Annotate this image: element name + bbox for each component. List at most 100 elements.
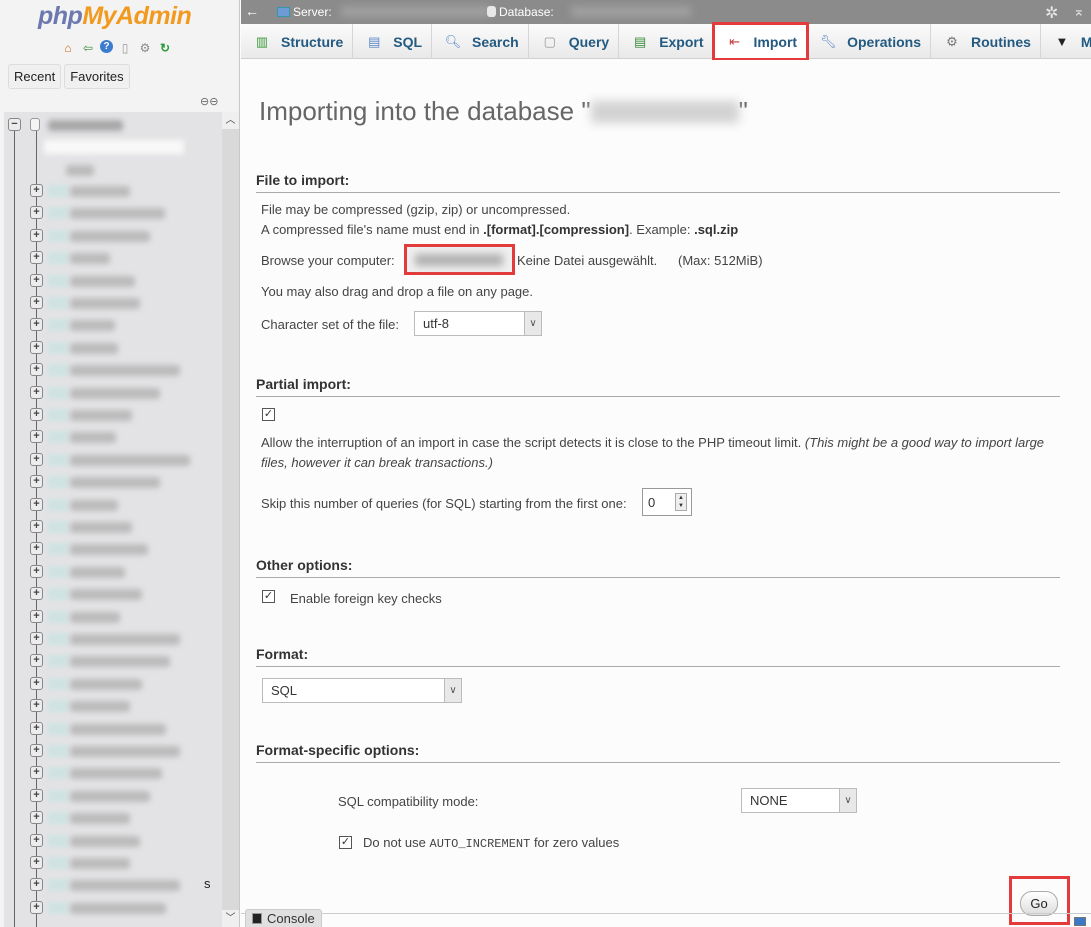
expand-icon[interactable]: + xyxy=(30,721,43,735)
expand-icon[interactable]: + xyxy=(30,206,43,220)
tree-table-node[interactable]: + xyxy=(4,516,222,538)
logout-icon[interactable]: ⇦ xyxy=(80,40,96,56)
tab-search[interactable]: 🔍︎ Search xyxy=(432,24,529,59)
collapse-icon[interactable]: − xyxy=(8,118,21,131)
expand-icon[interactable]: + xyxy=(30,452,43,466)
expand-icon[interactable]: + xyxy=(30,497,43,511)
charset-select[interactable]: utf-8 ∨ xyxy=(414,311,542,336)
tree-table-node[interactable]: + xyxy=(4,673,222,695)
collapse-icon[interactable]: ⌅ xyxy=(1073,3,1085,20)
back-arrow-icon[interactable]: ← xyxy=(245,3,259,19)
tree-table-node[interactable]: + xyxy=(4,740,222,762)
expand-icon[interactable]: + xyxy=(30,340,43,354)
allow-interrupt-checkbox[interactable]: ✓ xyxy=(262,408,275,421)
choose-file-button[interactable] xyxy=(404,244,515,275)
tree-table-node[interactable]: + xyxy=(4,494,222,516)
expand-icon[interactable]: + xyxy=(30,699,43,713)
help-icon[interactable]: ? xyxy=(100,40,113,53)
tree-table-node[interactable]: + xyxy=(4,471,222,493)
expand-icon[interactable]: + xyxy=(30,363,43,377)
expand-icon[interactable]: + xyxy=(30,273,43,287)
settings-gear-icon[interactable]: ✲ xyxy=(1045,3,1058,23)
breadcrumb-server[interactable]: Server: xyxy=(277,5,332,19)
tree-table-node[interactable]: + xyxy=(4,359,222,381)
tree-table-node[interactable]: + xyxy=(4,382,222,404)
tree-table-node[interactable]: + xyxy=(4,247,222,269)
tree-table-node[interactable]: + xyxy=(4,785,222,807)
home-icon[interactable]: ⌂ xyxy=(60,40,76,56)
tree-new-table[interactable] xyxy=(4,159,222,181)
tree-scrollbar[interactable]: ︿ ﹀ xyxy=(222,112,239,927)
tree-table-node[interactable]: + xyxy=(4,426,222,448)
expand-icon[interactable]: + xyxy=(30,654,43,668)
tree-table-node[interactable]: + xyxy=(4,628,222,650)
tree-table-node[interactable]: + xyxy=(4,292,222,314)
expand-icon[interactable]: + xyxy=(30,632,43,645)
link-with-main-icon[interactable]: ⊖⊖ xyxy=(200,95,218,108)
scroll-down-icon[interactable]: ﹀ xyxy=(222,910,239,927)
console-toggle[interactable]: Console xyxy=(245,909,322,927)
expand-icon[interactable]: + xyxy=(30,318,43,332)
tree-filter-input[interactable] xyxy=(4,136,222,158)
expand-icon[interactable]: + xyxy=(30,184,43,197)
expand-icon[interactable]: + xyxy=(30,385,43,399)
tree-table-node[interactable]: + xyxy=(4,897,222,919)
phpmyadmin-logo[interactable]: phpMyAdmin xyxy=(38,2,192,31)
expand-icon[interactable]: + xyxy=(30,587,43,601)
tree-table-node[interactable]: + xyxy=(4,337,222,359)
tree-table-node[interactable]: + xyxy=(4,695,222,717)
tab-query[interactable]: ▢ Query xyxy=(529,24,620,59)
expand-icon[interactable]: + xyxy=(30,833,43,847)
tab-operations[interactable]: 🔧︎ Operations xyxy=(807,24,931,59)
tree-table-node[interactable]: + xyxy=(4,538,222,560)
tree-table-node[interactable]: + xyxy=(4,874,222,896)
favorites-tab[interactable]: Favorites xyxy=(64,64,130,89)
tree-table-node[interactable]: + xyxy=(4,583,222,605)
expand-icon[interactable]: + xyxy=(30,296,43,309)
tab-more[interactable]: ▼More xyxy=(1041,24,1091,59)
expand-icon[interactable]: + xyxy=(30,408,43,421)
page-settings-icon[interactable] xyxy=(1074,917,1086,926)
spinner-arrows-icon[interactable]: ▲ ▼ xyxy=(675,493,687,511)
reload-icon[interactable]: ↻ xyxy=(157,40,173,56)
tree-table-node[interactable]: + xyxy=(4,404,222,426)
expand-icon[interactable]: + xyxy=(30,475,43,489)
expand-icon[interactable]: + xyxy=(30,251,43,265)
breadcrumb-database[interactable]: Database: xyxy=(487,5,554,19)
format-select[interactable]: SQL ∨ xyxy=(262,678,462,703)
tree-table-node[interactable]: + xyxy=(4,762,222,784)
tree-table-node[interactable]: + xyxy=(4,807,222,829)
tree-table-node[interactable]: + xyxy=(4,852,222,874)
expand-icon[interactable]: + xyxy=(30,676,43,690)
expand-icon[interactable]: + xyxy=(30,228,43,242)
settings-icon[interactable]: ⚙ xyxy=(137,40,153,56)
foreign-key-checkbox[interactable]: ✓ xyxy=(262,590,275,603)
tab-import[interactable]: ⇤ Import xyxy=(711,22,810,61)
tab-structure[interactable]: ▥ Structure xyxy=(241,24,354,59)
expand-icon[interactable]: + xyxy=(30,744,43,757)
tab-export[interactable]: ▤ Export xyxy=(619,24,714,59)
expand-icon[interactable]: + xyxy=(30,788,43,802)
tab-sql[interactable]: ▤ SQL xyxy=(353,24,433,59)
expand-icon[interactable]: + xyxy=(30,430,43,444)
tree-table-node[interactable]: + xyxy=(4,606,222,628)
tree-database-node[interactable]: − xyxy=(4,114,222,136)
tree-table-node[interactable]: + xyxy=(4,449,222,471)
sql-compat-select[interactable]: NONE ∨ xyxy=(741,788,857,813)
scroll-up-icon[interactable]: ︿ xyxy=(222,112,239,129)
expand-icon[interactable]: + xyxy=(30,542,43,556)
tree-table-node[interactable]: + xyxy=(4,561,222,583)
skip-queries-input[interactable]: 0 ▲ ▼ xyxy=(642,488,692,516)
expand-icon[interactable]: + xyxy=(30,878,43,892)
tree-table-node[interactable]: + xyxy=(4,314,222,336)
expand-icon[interactable]: + xyxy=(30,811,43,825)
expand-icon[interactable]: + xyxy=(30,564,43,578)
tree-table-node[interactable]: + xyxy=(4,270,222,292)
no-auto-increment-checkbox[interactable]: ✓ xyxy=(339,836,352,849)
docs-icon[interactable]: ▯ xyxy=(117,40,133,56)
tree-table-node[interactable]: + xyxy=(4,830,222,852)
expand-icon[interactable]: + xyxy=(30,856,43,869)
expand-icon[interactable]: + xyxy=(30,520,43,533)
tree-table-node[interactable]: + xyxy=(4,180,222,202)
expand-icon[interactable]: + xyxy=(30,900,43,914)
